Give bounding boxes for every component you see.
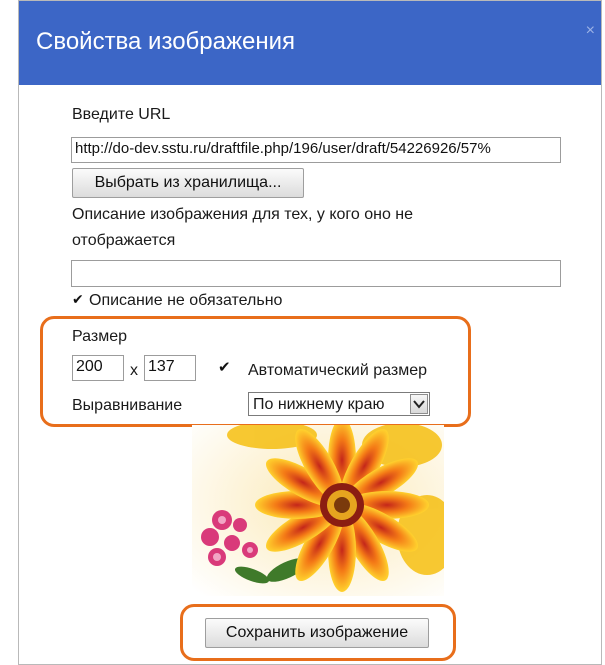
description-input[interactable] — [71, 260, 561, 287]
size-separator: x — [130, 362, 138, 379]
chevron-down-icon[interactable] — [410, 394, 428, 414]
url-label: Введите URL — [72, 106, 171, 123]
close-icon[interactable]: × — [586, 23, 595, 39]
browse-repository-button[interactable]: Выбрать из хранилища... — [72, 168, 304, 198]
size-label: Размер — [72, 328, 127, 345]
description-optional-checkbox[interactable]: ✔ — [72, 292, 85, 306]
alignment-selected-value: По нижнему краю — [253, 396, 385, 413]
width-input[interactable]: 200 — [72, 355, 124, 381]
description-label-line1: Описание изображения для тех, у кого оно… — [72, 206, 414, 223]
height-input[interactable]: 137 — [144, 355, 196, 381]
alignment-select[interactable]: По нижнему краю — [248, 392, 430, 416]
save-image-button[interactable]: Сохранить изображение — [205, 618, 429, 648]
description-label-line2: отображается — [72, 232, 176, 249]
auto-size-label: Автоматический размер — [248, 362, 427, 379]
auto-size-checkbox[interactable]: ✔ — [218, 360, 231, 375]
description-optional-label: Описание не обязательно — [89, 292, 283, 309]
alignment-label: Выравнивание — [72, 397, 183, 414]
dialog-title: Свойства изображения — [36, 28, 296, 55]
url-input[interactable]: http://do-dev.sstu.ru/draftfile.php/196/… — [71, 137, 561, 163]
dialog-titlebar: Свойства изображения × — [19, 1, 601, 85]
image-preview — [192, 418, 457, 596]
